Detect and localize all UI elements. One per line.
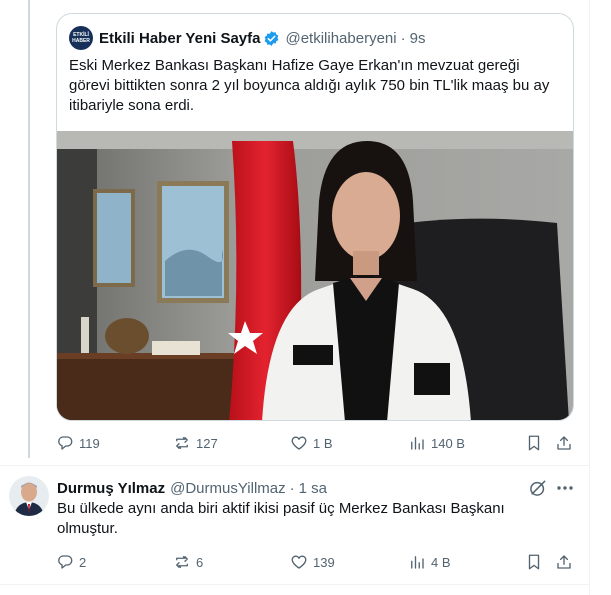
like-count: 139 [313,554,335,570]
share-button[interactable] [555,550,573,574]
bookmark-button[interactable] [525,431,543,455]
views-icon [411,437,424,450]
quoted-author-avatar[interactable]: ETKİLİ HABER [69,26,93,50]
views-icon [411,556,424,569]
repost-button[interactable]: 127 [173,431,218,455]
separator-dot: · [289,479,295,497]
share-icon [557,436,571,450]
office-portrait-image [57,131,573,420]
quoted-tweet-header: ETKİLİ HABER Etkili Haber Yeni Sayfa @et… [69,26,425,50]
reply-icon [58,436,73,450]
reply-icon [58,555,73,569]
quoted-author-name[interactable]: Etkili Haber Yeni Sayfa [99,30,260,47]
repost-count: 6 [196,554,204,570]
views-count: 4 B [431,554,451,570]
views-count: 140 B [431,435,465,451]
heart-icon [291,555,307,569]
like-button[interactable]: 139 [290,550,335,574]
thread-line [28,0,30,458]
like-button[interactable]: 1 B [290,431,333,455]
reply-author-name[interactable]: Durmuş Yılmaz [57,480,165,497]
more-options-button[interactable] [554,478,576,498]
reply-tweet-header: Durmuş Yılmaz @DurmusYillmaz · 1 sa [57,478,327,498]
reply-action-bar: 2 6 139 4 B [56,550,576,574]
bookmark-icon [528,554,540,570]
separator-dot: · [400,29,406,47]
bookmark-icon [528,435,540,451]
reply-author-handle[interactable]: @DurmusYillmaz [170,480,286,497]
views-button[interactable]: 4 B [408,550,451,574]
more-icon [557,486,573,490]
like-count: 1 B [313,435,333,451]
divider [0,584,590,585]
reply-button[interactable]: 2 [56,550,86,574]
share-button[interactable] [555,431,573,455]
repost-count: 127 [196,435,218,451]
quoted-tweet-photo[interactable] [57,131,573,420]
heart-icon [291,436,307,450]
reply-tweet-text: Bu ülkede aynı anda biri aktif ikisi pas… [57,500,505,537]
quoted-tweet-time[interactable]: 9s [410,30,426,47]
repost-icon [176,556,188,568]
reply-count: 119 [79,435,100,451]
reply-count: 2 [79,554,87,570]
tweet-action-bar: 119 127 1 B 140 B [56,431,576,455]
quoted-author-handle[interactable]: @etkilihaberyeni [285,30,396,47]
bookmark-button[interactable] [525,550,543,574]
views-button[interactable]: 140 B [408,431,465,455]
timeline-border [589,0,590,595]
reply-button[interactable]: 119 [56,431,100,455]
grok-icon[interactable] [528,478,548,498]
divider [0,465,590,466]
avatar-logo-line2: HABER [72,38,90,44]
reply-tweet-time[interactable]: 1 sa [299,480,327,497]
quoted-tweet-text: Eski Merkez Bankası Başkanı Hafize Gaye … [69,57,550,114]
reply-author-avatar[interactable] [9,476,49,516]
verified-badge-icon [265,30,279,46]
share-icon [557,555,571,569]
repost-icon [176,437,188,449]
quoted-tweet-card[interactable]: ETKİLİ HABER Etkili Haber Yeni Sayfa @et… [56,13,574,421]
avatar-photo [9,476,49,516]
repost-button[interactable]: 6 [173,550,203,574]
